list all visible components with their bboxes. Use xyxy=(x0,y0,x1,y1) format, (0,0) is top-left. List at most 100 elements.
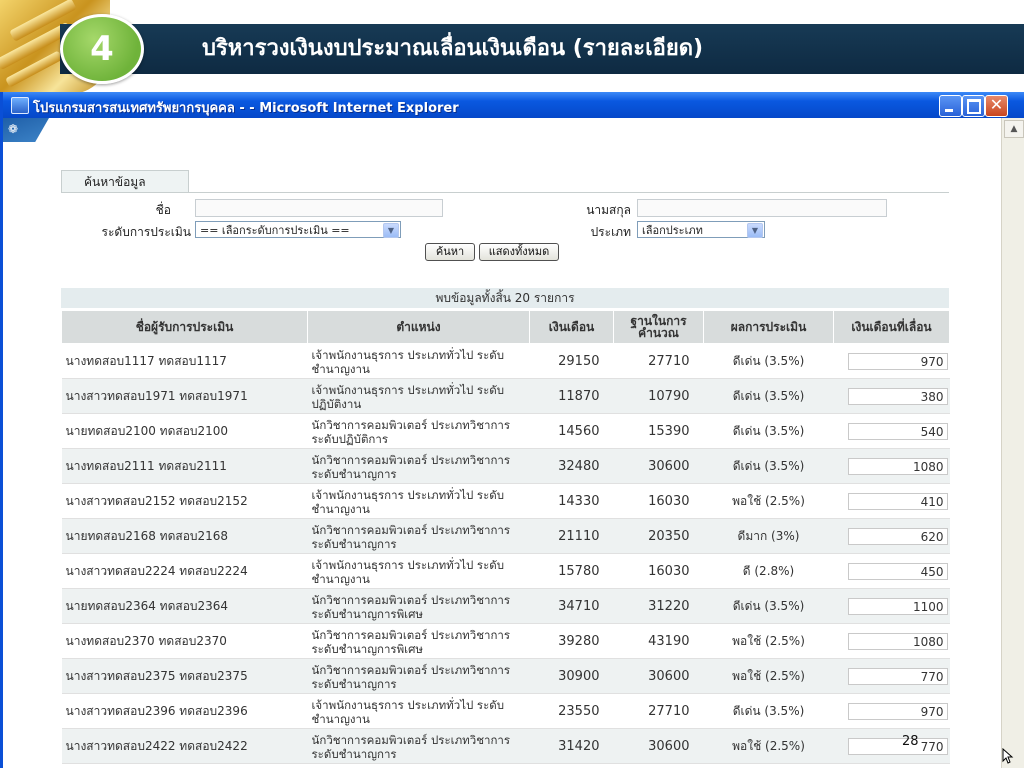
close-button[interactable]: ✕ xyxy=(985,95,1008,117)
ie-app-icon xyxy=(11,97,29,114)
increase-input[interactable]: 380 xyxy=(847,387,948,405)
cell-name: นายทดสอบ2168 ทดสอบ2168 xyxy=(61,518,308,554)
cell-result: พอใช้ (2.5%) xyxy=(703,483,834,519)
cell-increase: 770 xyxy=(833,728,950,764)
first-name-label: ชื่อ xyxy=(155,203,171,217)
increase-input[interactable]: 620 xyxy=(847,527,948,545)
increase-input[interactable]: 770 xyxy=(847,667,948,685)
cell-salary: 32480 xyxy=(529,448,614,484)
level-select[interactable]: == เลือกระดับการประเมิน == ▼ xyxy=(195,221,401,238)
cell-position: นักวิชาการคอมพิวเตอร์ ประเภทวิชาการ ระดั… xyxy=(307,728,530,764)
increase-input[interactable]: 540 xyxy=(847,422,948,440)
cell-increase: 1080 xyxy=(833,623,950,659)
table-row: นายทดสอบ2100 ทดสอบ2100 นักวิชาการคอมพิวเต… xyxy=(61,413,950,449)
header-result: ผลการประเมิน xyxy=(703,310,834,344)
ie-window: โปรแกรมสารสนเทศทรัพยากรบุคคล - - Microso… xyxy=(0,92,1024,768)
cell-base: 31220 xyxy=(613,588,704,624)
table-row: นางทดสอบ2370 ทดสอบ2370 นักวิชาการคอมพิวเต… xyxy=(61,623,950,659)
cell-position: นักวิชาการคอมพิวเตอร์ ประเภทวิชาการ ระดั… xyxy=(307,448,530,484)
cell-name: นางสาวทดสอบ1971 ทดสอบ1971 xyxy=(61,378,308,414)
cell-base: 16030 xyxy=(613,483,704,519)
cell-salary: 34710 xyxy=(529,588,614,624)
cell-increase: 410 xyxy=(833,483,950,519)
cell-result: ดีเด่น (3.5%) xyxy=(703,343,834,379)
close-icon: ✕ xyxy=(989,95,1004,114)
table-row: นายทดสอบ2168 ทดสอบ2168 นักวิชาการคอมพิวเต… xyxy=(61,518,950,554)
cell-result: พอใช้ (2.5%) xyxy=(703,658,834,694)
cell-salary: 14330 xyxy=(529,483,614,519)
cell-salary: 14560 xyxy=(529,413,614,449)
maximize-icon xyxy=(967,99,981,114)
results-count: พบข้อมูลทั้งสิ้น 20 รายการ xyxy=(61,288,949,308)
first-name-input[interactable] xyxy=(195,199,443,217)
last-name-input[interactable] xyxy=(637,199,887,217)
results-table: ชื่อผู้รับการประเมิน ตำแหน่ง เงินเดือน ฐ… xyxy=(61,310,950,764)
cell-base: 27710 xyxy=(613,693,704,729)
search-tab[interactable]: ค้นหาข้อมูล xyxy=(61,170,189,192)
minimize-button[interactable] xyxy=(939,95,962,117)
cell-result: ดีเด่น (3.5%) xyxy=(703,693,834,729)
table-row: นางสาวทดสอบ2422 ทดสอบ2422 นักวิชาการคอมพิ… xyxy=(61,728,950,764)
cell-name: นางทดสอบ2111 ทดสอบ2111 xyxy=(61,448,308,484)
increase-input[interactable]: 970 xyxy=(847,702,948,720)
page-logo-icon: ❁ xyxy=(8,122,19,136)
cell-result: ดีเด่น (3.5%) xyxy=(703,588,834,624)
cell-base: 30600 xyxy=(613,728,704,764)
maximize-button[interactable] xyxy=(962,95,985,117)
cell-result: พอใช้ (2.5%) xyxy=(703,623,834,659)
cell-result: ดีเด่น (3.5%) xyxy=(703,448,834,484)
header-salary: เงินเดือน xyxy=(529,310,614,344)
cell-name: นางทดสอบ1117 ทดสอบ1117 xyxy=(61,343,308,379)
cell-salary: 31420 xyxy=(529,728,614,764)
cell-name: นางสาวทดสอบ2152 ทดสอบ2152 xyxy=(61,483,308,519)
page-top-strip: ❁ xyxy=(3,118,49,142)
cell-base: 16030 xyxy=(613,553,704,589)
increase-input[interactable]: 770 xyxy=(847,737,948,755)
cell-increase: 450 xyxy=(833,553,950,589)
increase-input[interactable]: 450 xyxy=(847,562,948,580)
increase-input[interactable]: 1080 xyxy=(847,632,948,650)
cell-salary: 39280 xyxy=(529,623,614,659)
type-select[interactable]: เลือกประเภท ▼ xyxy=(637,221,765,238)
cell-name: นายทดสอบ2100 ทดสอบ2100 xyxy=(61,413,308,449)
cell-name: นางสาวทดสอบ2375 ทดสอบ2375 xyxy=(61,658,308,694)
cell-position: นักวิชาการคอมพิวเตอร์ ประเภทวิชาการ ระดั… xyxy=(307,658,530,694)
cell-position: นักวิชาการคอมพิวเตอร์ ประเภทวิชาการ ระดั… xyxy=(307,413,530,449)
cell-base: 43190 xyxy=(613,623,704,659)
table-row: นางสาวทดสอบ2152 ทดสอบ2152 เจ้าพนักงานธุรก… xyxy=(61,483,950,519)
type-label: ประเภท xyxy=(590,225,631,239)
table-row: นางสาวทดสอบ2396 ทดสอบ2396 เจ้าพนักงานธุรก… xyxy=(61,693,950,729)
cell-increase: 380 xyxy=(833,378,950,414)
increase-input[interactable]: 1100 xyxy=(847,597,948,615)
chevron-down-icon[interactable]: ▼ xyxy=(747,223,763,238)
cell-name: นางสาวทดสอบ2224 ทดสอบ2224 xyxy=(61,553,308,589)
level-select-value: == เลือกระดับการประเมิน == xyxy=(200,224,350,237)
cell-position: นักวิชาการคอมพิวเตอร์ ประเภทวิชาการ ระดั… xyxy=(307,518,530,554)
page-number: 28 xyxy=(902,734,919,749)
increase-input[interactable]: 410 xyxy=(847,492,948,510)
cell-result: ดี (2.8%) xyxy=(703,553,834,589)
table-row: นางสาวทดสอบ2375 ทดสอบ2375 นักวิชาการคอมพิ… xyxy=(61,658,950,694)
header-base: ฐานในการคำนวณ xyxy=(613,310,704,344)
cell-salary: 30900 xyxy=(529,658,614,694)
search-panel: ชื่อ นามสกุล ระดับการประเมิน == เลือกระด… xyxy=(61,192,949,289)
header-increase: เงินเดือนที่เลื่อน xyxy=(833,310,950,344)
scroll-up-icon[interactable]: ▲ xyxy=(1004,120,1024,138)
cell-base: 30600 xyxy=(613,448,704,484)
vertical-scrollbar[interactable]: ▲ xyxy=(1001,118,1024,768)
cell-result: ดีมาก (3%) xyxy=(703,518,834,554)
cell-result: ดีเด่น (3.5%) xyxy=(703,378,834,414)
type-select-value: เลือกประเภท xyxy=(642,224,703,237)
cell-increase: 970 xyxy=(833,343,950,379)
cell-salary: 11870 xyxy=(529,378,614,414)
cell-salary: 29150 xyxy=(529,343,614,379)
table-row: นางทดสอบ1117 ทดสอบ1117 เจ้าพนักงานธุรการ … xyxy=(61,343,950,379)
search-button[interactable]: ค้นหา xyxy=(425,243,475,261)
cell-increase: 620 xyxy=(833,518,950,554)
increase-input[interactable]: 970 xyxy=(847,352,948,370)
window-titlebar[interactable]: โปรแกรมสารสนเทศทรัพยากรบุคคล - - Microso… xyxy=(3,92,1024,118)
cell-base: 10790 xyxy=(613,378,704,414)
show-all-button[interactable]: แสดงทั้งหมด xyxy=(479,243,559,261)
chevron-down-icon[interactable]: ▼ xyxy=(383,223,399,238)
increase-input[interactable]: 1080 xyxy=(847,457,948,475)
